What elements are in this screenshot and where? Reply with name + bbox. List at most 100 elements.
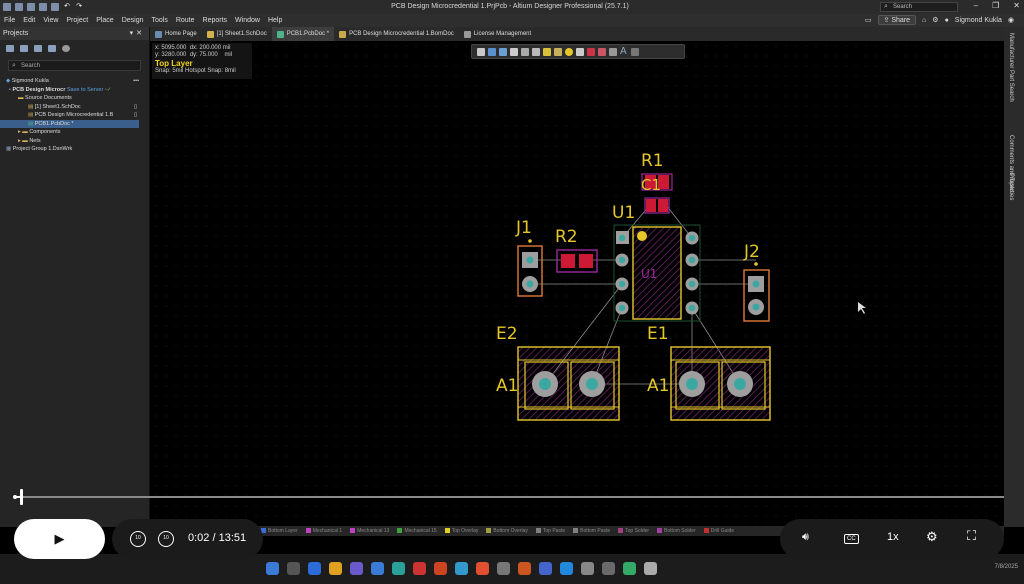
layer-tab-label: Bottom Layer [268,528,298,534]
coord-dy: 75.000 [199,52,218,58]
taskbar-app-icon[interactable] [581,562,594,575]
route-icon[interactable] [488,47,496,56]
fullscreen-icon: ⛶ [967,528,977,543]
layer-tab[interactable]: Bottom Overlay [486,528,528,534]
e1-footprint[interactable]: E1 A1 [647,324,771,421]
taskbar-app-icon[interactable] [287,562,300,575]
gear-icon: ⚙ [926,529,938,544]
layer-tab-label: Top Paste [542,528,566,534]
time-separator: / [212,532,216,544]
layer-tab-label: Mechanical 15 [404,528,437,534]
taskbar-app-icon[interactable] [623,562,636,575]
video-scrub-handle[interactable] [20,489,23,505]
layer-tab[interactable]: Top Solder [618,528,649,534]
layer-tab[interactable]: Top Paste [535,528,566,534]
place-component-icon[interactable] [532,47,540,56]
fullscreen-button[interactable]: ⛶ [967,528,976,544]
captions-button[interactable]: CC [844,534,859,544]
layer-tab-label: Bottom Solder [664,528,696,534]
select-icon[interactable] [510,47,518,56]
designator-e2: E2 [496,324,518,344]
taskbar-app-icon[interactable] [539,562,552,575]
taskbar-app-icon[interactable] [350,562,363,575]
layer-color-swatch [444,528,450,534]
video-progress-start [13,495,17,499]
layer-color-swatch [535,528,541,534]
u1-footprint[interactable]: U1 U1 [612,203,701,322]
layer-tab[interactable]: Mechanical 13 [350,528,389,534]
current-layer: Top Layer [155,59,193,68]
video-progress-track[interactable] [16,496,1004,498]
designator-e1: E1 [647,324,669,344]
layer-tab[interactable]: Bottom Solder [657,528,696,534]
taskbar-app-icon[interactable] [413,562,426,575]
j1-footprint[interactable]: J1 [515,218,543,297]
taskbar-app-icon[interactable] [497,562,510,575]
r1-c1-footprint[interactable]: R1 C1 [641,151,673,214]
r2-footprint[interactable]: R2 [555,227,598,273]
skip-forward-button[interactable]: 10 [158,531,174,547]
layer-tab[interactable]: Top Overlay [444,528,478,534]
playback-speed-button[interactable]: 1x [887,531,899,543]
taskbar-app-icon[interactable] [455,562,468,575]
layer-tab[interactable]: Drill Guide [703,528,734,534]
layer-tab-label: Mechanical 1 [312,528,343,534]
e2-footprint[interactable]: E2 A1 [496,324,620,421]
taskbar-app-icon[interactable] [308,562,321,575]
rail-manufacturer-part-search[interactable]: Manufacturer Part Search [1008,33,1014,102]
layer-color-swatch [397,528,403,534]
layer-color-swatch [703,528,709,534]
video-time-controls: 10 10 0:02 / 13:51 [112,519,263,559]
taskbar-icons [266,562,657,575]
layer-tab-label: Top Solder [625,528,650,534]
play-button[interactable]: ▶ [14,519,105,559]
active-bar: A [471,44,685,59]
video-time: 0:02 / 13:51 [188,532,246,544]
right-panel-rail: Manufacturer Part Search Comments and Ta… [1004,27,1024,527]
align-icon[interactable] [521,47,529,56]
taskbar-app-icon[interactable] [602,562,615,575]
rail-properties[interactable]: Properties [1008,173,1014,200]
coord-x-row: x: 5095.000 dx: 200.000 mil [155,45,231,51]
coord-x: 5095.000 [161,45,187,51]
layer-tab[interactable]: Mechanical 15 [397,528,437,534]
designator-j2: J2 [743,242,760,262]
text-icon[interactable]: A [620,46,628,56]
layer-tab[interactable]: Mechanical 1 [305,528,343,534]
taskbar-app-icon[interactable] [392,562,405,575]
keepout-icon[interactable] [587,47,595,56]
app-root: ↶ ↷ PCB Design Microcredential 1.PrjPcb … [0,0,1024,584]
layer-tab[interactable]: Bottom Layer [261,528,298,534]
taskbar-app-icon[interactable] [371,562,384,575]
taskbar-app-icon[interactable] [644,562,657,575]
add-icon[interactable] [499,47,507,56]
line-icon[interactable] [631,47,639,56]
interactive-route-icon[interactable] [543,47,551,56]
taskbar-app-icon[interactable] [266,562,279,575]
via-icon[interactable] [565,47,573,56]
designator-r1: R1 [641,151,664,171]
layer-tab-label: Mechanical 13 [357,528,390,534]
taskbar-app-icon[interactable] [518,562,531,575]
taskbar-app-icon[interactable] [476,562,489,575]
u1-body-label: U1 [641,267,657,281]
j2-footprint[interactable]: J2 [743,242,770,322]
dimension-icon[interactable] [609,47,617,56]
layer-color-swatch [657,528,663,534]
taskbar-app-icon[interactable] [560,562,573,575]
coord-dx: 200.000 [199,45,222,51]
taskbar-app-icon[interactable] [434,562,447,575]
taskbar-app-icon[interactable] [329,562,342,575]
designator-c1: C1 [641,176,661,194]
polygon-icon[interactable] [576,47,584,56]
speaker-icon: 🔊︎ [802,531,809,543]
forward-10-icon: 10 [163,535,169,541]
layer-tab[interactable]: Bottom Paste [573,528,610,534]
diff-pair-icon[interactable] [554,47,562,56]
tray-date: 7/8/2025 [994,564,1018,570]
skip-back-button[interactable]: 10 [130,531,146,547]
filter-icon[interactable] [477,47,485,56]
settings-button[interactable]: ⚙ [926,529,938,545]
volume-button[interactable]: 🔊︎ [802,531,809,544]
rectangle-icon[interactable] [598,47,606,56]
